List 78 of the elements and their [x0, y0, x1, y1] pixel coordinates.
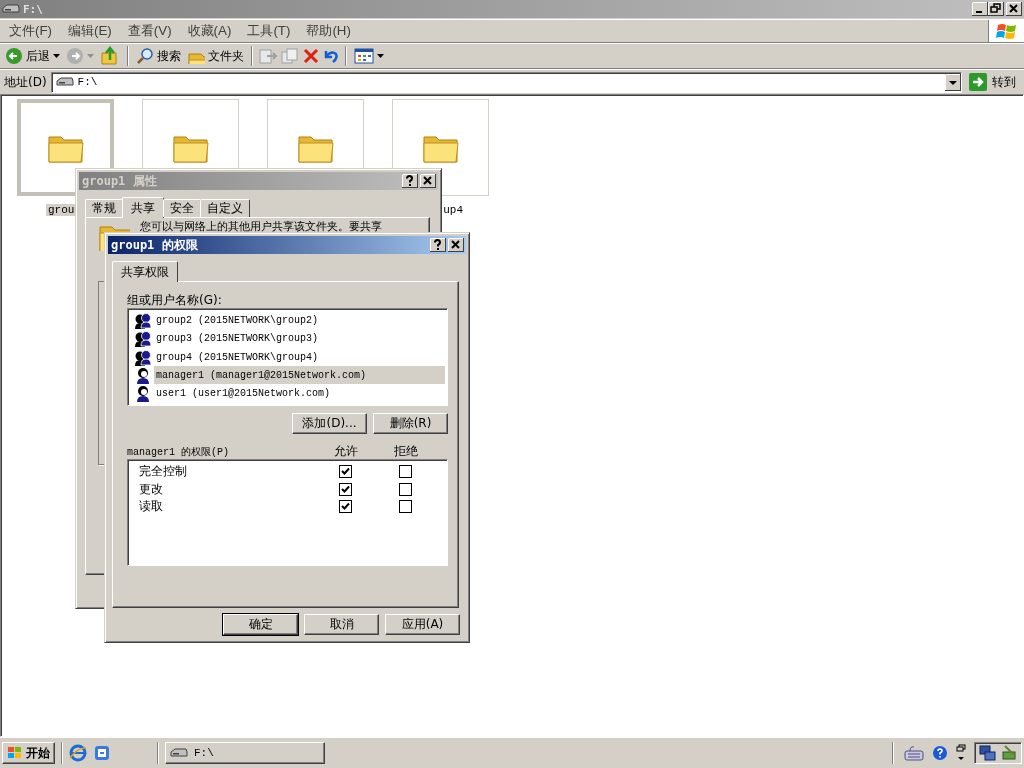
- dialog-button[interactable]: 应用(A): [385, 614, 460, 635]
- list-label: 组或用户名称(G):: [127, 292, 223, 307]
- windows-logo-icon: [995, 22, 1018, 40]
- address-field[interactable]: F:\: [50, 71, 962, 93]
- windows-logo-icon: [7, 746, 23, 760]
- checkbox[interactable]: [398, 465, 412, 479]
- delete-icon[interactable]: [302, 47, 320, 65]
- checkbox[interactable]: [398, 482, 412, 496]
- minimize-button[interactable]: [972, 2, 988, 16]
- help-icon[interactable]: [932, 745, 948, 761]
- search-button[interactable]: 搜索: [134, 46, 183, 66]
- tab[interactable]: 安全: [163, 199, 201, 217]
- caret-icon[interactable]: [53, 54, 60, 58]
- caret-icon: [87, 54, 94, 58]
- menu-item[interactable]: 工具(T): [240, 20, 298, 42]
- folder-name: grou: [46, 204, 77, 216]
- tab[interactable]: 常规: [85, 199, 123, 217]
- close-button[interactable]: [420, 174, 436, 188]
- caret-icon[interactable]: [377, 54, 384, 58]
- menu-item[interactable]: 收藏(A): [180, 20, 239, 42]
- group-icon: [134, 348, 152, 366]
- search-icon: [136, 47, 154, 65]
- principal-item[interactable]: group3 (2015NETWORK\group3): [154, 329, 445, 348]
- user-icon: [134, 385, 152, 403]
- checkbox[interactable]: [398, 500, 412, 514]
- drive-icon: [55, 77, 74, 87]
- taskbar-button[interactable]: F:\: [165, 742, 325, 764]
- tab[interactable]: 共享权限: [112, 261, 178, 282]
- dialog-button[interactable]: 确定: [223, 614, 298, 635]
- folder-name: up4: [442, 204, 464, 216]
- dialog-button[interactable]: 取消: [304, 614, 379, 635]
- restore-down-icon[interactable]: [956, 744, 966, 762]
- drive-icon: [2, 4, 20, 14]
- principal-item[interactable]: manager1 (manager1@2015Network.com): [154, 366, 445, 385]
- user-icon: [134, 366, 152, 384]
- column-header: 拒绝: [393, 443, 419, 460]
- drive-icon: [170, 748, 188, 758]
- checkbox[interactable]: [338, 482, 352, 496]
- help-button[interactable]: [402, 174, 418, 188]
- start-button[interactable]: 开始: [2, 742, 55, 764]
- close-button[interactable]: [448, 238, 464, 252]
- help-button[interactable]: [430, 238, 446, 252]
- tab[interactable]: 自定义: [200, 199, 250, 217]
- permission-name: 完全控制: [138, 463, 188, 481]
- permission-name: 更改: [138, 480, 164, 498]
- principal-item[interactable]: group4 (2015NETWORK\group4): [154, 348, 445, 366]
- menu-item[interactable]: 文件(F): [2, 20, 60, 42]
- group-icon: [134, 311, 152, 329]
- menu-item[interactable]: 查看(V): [120, 20, 179, 42]
- browser-icon[interactable]: [69, 744, 87, 762]
- close-button[interactable]: [1006, 2, 1022, 16]
- grid-view-icon: [354, 47, 374, 65]
- dropdown-button[interactable]: [945, 73, 961, 91]
- network-icon[interactable]: [979, 744, 997, 762]
- keyboard-icon[interactable]: [904, 745, 924, 761]
- list-button[interactable]: 删除(R): [373, 413, 448, 434]
- menu-item[interactable]: 编辑(E): [61, 20, 119, 42]
- permissions-label: manager1 的权限(P): [127, 445, 230, 459]
- description-text: 您可以与网络上的其他用户共享该文件夹。要共享: [140, 221, 382, 233]
- tab[interactable]: 共享: [122, 197, 164, 218]
- group-icon: [134, 330, 152, 348]
- principal-item[interactable]: user1 (user1@2015Network.com): [154, 384, 445, 403]
- back-button[interactable]: 后退: [3, 46, 62, 66]
- list-button[interactable]: 添加(D)...: [292, 413, 367, 434]
- permission-name: 读取: [138, 498, 164, 516]
- address-label: 地址(D): [4, 73, 47, 91]
- dialog-title: group1 属性: [82, 172, 158, 190]
- dialog-title: group1 的权限: [111, 236, 199, 254]
- views-button[interactable]: [352, 46, 386, 66]
- go-button[interactable]: 转到: [966, 72, 1022, 92]
- restore-button[interactable]: [988, 2, 1004, 16]
- checkbox[interactable]: [338, 465, 352, 479]
- principal-item[interactable]: group2 (2015NETWORK\group2): [154, 311, 445, 330]
- folder-up-icon: [100, 46, 120, 66]
- menu-item[interactable]: 帮助(H): [299, 20, 358, 42]
- column-header: 允许: [333, 443, 359, 460]
- window-title: F:\: [23, 2, 44, 16]
- checkbox[interactable]: [338, 500, 352, 514]
